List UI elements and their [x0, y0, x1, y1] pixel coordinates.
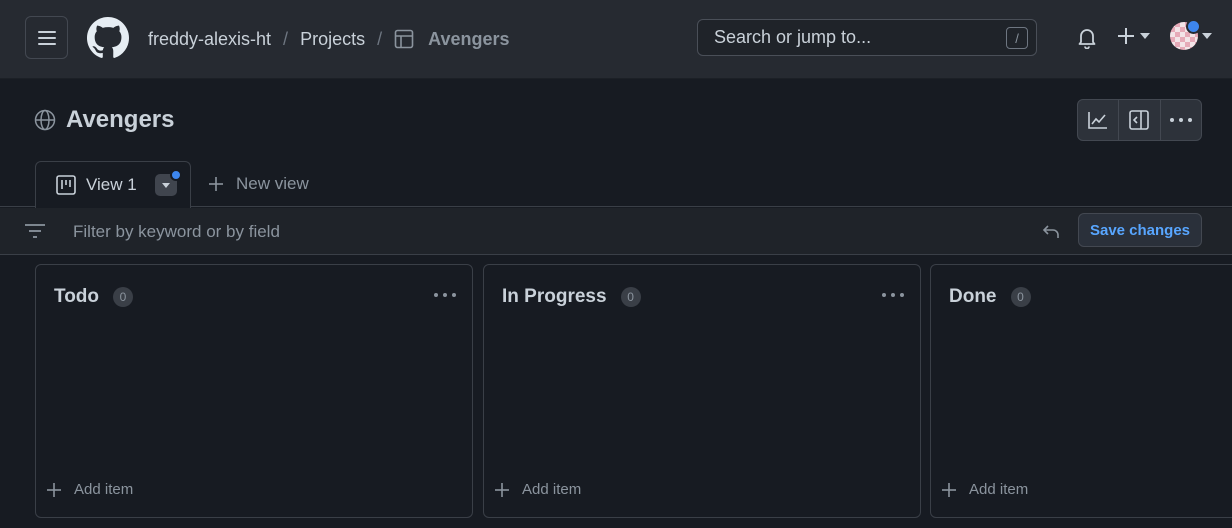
tab-view-1[interactable]: View 1	[35, 161, 191, 208]
github-logo-icon[interactable]	[87, 17, 129, 59]
more-options-button[interactable]	[1161, 100, 1201, 140]
breadcrumb-current-project[interactable]: Avengers	[428, 29, 509, 50]
caret-down-icon	[161, 182, 170, 188]
plus-icon	[1118, 28, 1134, 44]
board-icon	[56, 175, 76, 195]
new-view-label: New view	[236, 174, 309, 193]
filter-bar: Filter by keyword or by field Save chang…	[0, 208, 1232, 255]
search-placeholder: Search or jump to...	[714, 27, 872, 47]
hamburger-icon	[37, 30, 56, 45]
add-item-button[interactable]: Add item	[494, 481, 581, 498]
kebab-horizontal-icon[interactable]	[434, 293, 456, 297]
column-header: In Progress 0	[502, 286, 641, 308]
filter-input[interactable]: Filter by keyword or by field	[73, 222, 280, 242]
project-header: Avengers	[34, 106, 175, 134]
save-changes-button[interactable]: Save changes	[1078, 213, 1202, 247]
top-navigation-bar: freddy-alexis-ht / Projects / Avengers S…	[0, 0, 1232, 79]
caret-down-icon	[1140, 33, 1150, 39]
column-count-badge: 0	[620, 287, 641, 307]
plus-icon	[495, 482, 509, 497]
add-item-label: Add item	[969, 481, 1029, 498]
notifications-button[interactable]	[1076, 27, 1098, 54]
tab-label: View 1	[86, 175, 137, 194]
bell-icon	[1078, 29, 1096, 50]
graph-icon	[1088, 112, 1108, 129]
globe-icon	[34, 109, 56, 131]
breadcrumb-owner-link[interactable]: freddy-alexis-ht	[148, 29, 271, 50]
new-view-button[interactable]: New view	[208, 174, 309, 194]
breadcrumb-projects-link[interactable]: Projects	[300, 29, 365, 50]
board-column-in-progress: In Progress 0 Add item	[483, 264, 921, 518]
plus-icon	[47, 482, 61, 497]
caret-down-icon	[1202, 33, 1212, 39]
sidebar-collapse-icon	[1129, 110, 1150, 130]
search-shortcut-key: /	[1006, 27, 1028, 49]
column-title: Todo	[54, 286, 100, 307]
view-tabs: View 1 New view	[0, 160, 1232, 208]
add-item-label: Add item	[522, 481, 582, 498]
add-item-button[interactable]: Add item	[46, 481, 133, 498]
column-title: Done	[949, 286, 997, 307]
column-count-badge: 0	[113, 287, 134, 307]
breadcrumb-separator: /	[377, 28, 383, 49]
column-title: In Progress	[502, 286, 607, 307]
add-item-label: Add item	[74, 481, 134, 498]
search-input[interactable]: Search or jump to... /	[697, 19, 1037, 56]
insights-button[interactable]	[1078, 100, 1120, 140]
board-column-todo: Todo 0 Add item	[35, 264, 473, 518]
breadcrumb: freddy-alexis-ht / Projects / Avengers	[148, 27, 509, 51]
menu-button[interactable]	[25, 16, 68, 59]
page-title: Avengers	[66, 106, 175, 133]
undo-icon[interactable]	[1042, 222, 1060, 240]
column-count-badge: 0	[1010, 287, 1031, 307]
breadcrumb-separator: /	[283, 28, 289, 49]
project-actions	[1077, 99, 1202, 141]
kebab-horizontal-icon[interactable]	[882, 293, 904, 297]
column-header: Done 0	[949, 286, 1031, 308]
view-options-button[interactable]	[154, 169, 182, 196]
board-column-done: Done 0 Add item	[930, 264, 1232, 518]
add-item-button[interactable]: Add item	[941, 481, 1028, 498]
side-panel-button[interactable]	[1119, 100, 1161, 140]
status-dot	[1186, 19, 1201, 34]
plus-icon	[209, 177, 223, 191]
plus-icon	[942, 482, 956, 497]
user-menu[interactable]	[1170, 19, 1212, 50]
create-new-dropdown[interactable]	[1117, 27, 1150, 45]
kebab-horizontal-icon	[1169, 118, 1192, 122]
table-icon	[394, 29, 414, 49]
unsaved-indicator	[169, 169, 182, 181]
filter-icon[interactable]	[25, 224, 45, 238]
column-header: Todo 0	[54, 286, 134, 308]
